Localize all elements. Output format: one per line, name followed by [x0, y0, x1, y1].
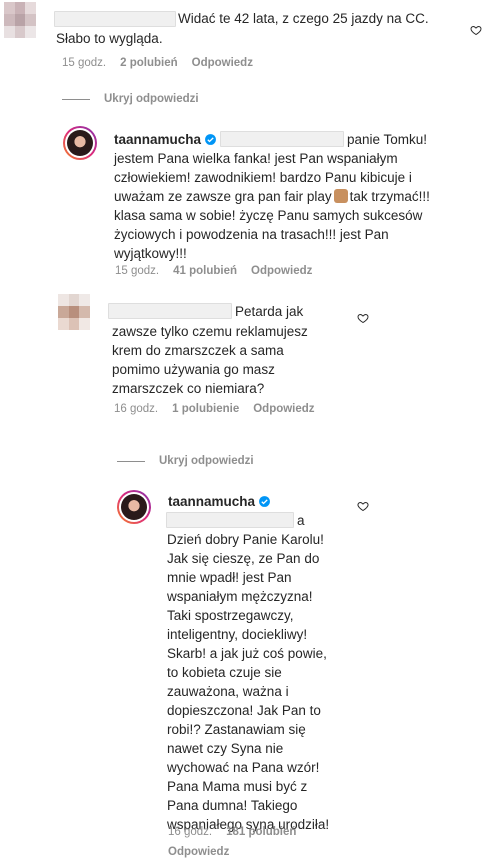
comment-text: jestem Pana wielka fanka! jest Pan wspan…	[114, 151, 398, 166]
comment-text: Widać te 42 lata, z czego 25 jazdy na CC…	[178, 11, 429, 26]
hide-replies-label: Ukryj odpowiedzi	[104, 93, 199, 105]
comment-text: wyjątkowy!!!	[114, 246, 187, 261]
comment-text: taannamucha	[168, 492, 271, 511]
heart-icon[interactable]	[470, 24, 482, 36]
comment-text: pomimo używania go masz	[112, 362, 275, 377]
avatar[interactable]	[58, 294, 90, 330]
comment-text-line: Dzień dobry Panie Karolu!	[167, 532, 324, 547]
comment-text: uważam ze zawsze gra pan fair play tak tr…	[114, 187, 430, 206]
comment-text-line: wspaniałym mężczyzna!	[167, 589, 313, 604]
comment-meta: Odpowiedz	[168, 846, 229, 858]
likes-count[interactable]: 181 polubień	[226, 826, 296, 838]
verified-badge-icon	[258, 495, 271, 508]
comment-text-line: wychować na Pana wzór!	[167, 760, 320, 775]
comment-time: 15 godz.	[115, 265, 160, 277]
comment-text-line: robi!? Zastanawiam się	[167, 722, 306, 737]
comment-text-line: mnie wpadł! jest Pan	[167, 570, 292, 585]
comment-text-line: inteligentny, dociekliwy!	[167, 627, 308, 642]
likes-count[interactable]: 41 polubień	[173, 265, 237, 277]
likes-count[interactable]: 1 polubienie	[172, 403, 239, 415]
comment-text-line: Skarb! a jak już coś powie,	[167, 646, 327, 661]
heart-icon[interactable]	[357, 500, 369, 512]
comment-text-line: dopieszczona! Jak Pan to	[167, 703, 321, 718]
avatar[interactable]	[4, 2, 36, 38]
verified-badge-icon	[204, 133, 217, 146]
comment-meta: 15 godz. 2 polubień Odpowiedz	[62, 57, 253, 69]
comment-text: klasa sama w sobie! życzę Panu samych su…	[114, 208, 423, 223]
comment-text-line: Jak się cieszę, ze Pan do	[167, 551, 320, 566]
mention-blurred[interactable]	[220, 131, 344, 147]
likes-count[interactable]: 2 polubień	[120, 57, 178, 69]
comment-time: 16 godz.	[168, 826, 213, 838]
divider	[62, 98, 90, 100]
avatar[interactable]	[63, 126, 97, 160]
username[interactable]: taannamucha	[114, 132, 201, 147]
comment-text-part: uważam ze zawsze gra pan fair play	[114, 189, 332, 204]
divider	[117, 460, 145, 462]
hide-replies-label: Ukryj odpowiedzi	[159, 455, 254, 467]
comment-text: człowiekiem! zawodnikiem! bardzo Panu ki…	[114, 170, 412, 185]
comment-text-continued: Słabo to wygląda.	[56, 31, 163, 46]
comment-text-line: Pana Mama musi być z	[167, 779, 308, 794]
comment-text: Petarda jak	[235, 304, 304, 319]
comment-text: a	[297, 513, 305, 528]
comment-time: 16 godz.	[114, 403, 159, 415]
comment-text: taannamucha	[114, 130, 217, 149]
hide-replies-button[interactable]: Ukryj odpowiedzi	[62, 93, 199, 105]
flexed-biceps-emoji-icon	[333, 189, 348, 203]
comment-text-part: tak trzymać!!!	[349, 189, 430, 204]
comment-time: 15 godz.	[62, 57, 107, 69]
heart-icon[interactable]	[357, 312, 369, 324]
username[interactable]: taannamucha	[168, 494, 255, 509]
comment-text-line: Taki spostrzegawczy,	[167, 608, 294, 623]
comment-text-line: nawet czy Syna nie	[167, 741, 284, 756]
mention-blurred[interactable]	[166, 512, 294, 528]
comment-meta: 16 godz. 1 polubienie Odpowiedz	[114, 403, 315, 415]
reply-button[interactable]: Odpowiedz	[192, 57, 253, 69]
comment-text-line: Pana dumna! Takiego	[167, 798, 298, 813]
comment-text: zawsze tylko czemu reklamujesz	[112, 324, 308, 339]
reply-button[interactable]: Odpowiedz	[253, 403, 314, 415]
username-blurred[interactable]	[108, 303, 232, 319]
comment-text: zmarszczek co niemiara?	[112, 381, 265, 396]
comment-text: panie Tomku!	[347, 132, 428, 147]
comment-text-line: to kobieta czuje sie	[167, 665, 282, 680]
reply-button[interactable]: Odpowiedz	[168, 846, 229, 858]
comment-text-line: zauważona, ważna i	[167, 684, 289, 699]
reply-button[interactable]: Odpowiedz	[251, 265, 312, 277]
comment-text: krem do zmarszczek a sama	[112, 343, 284, 358]
hide-replies-button[interactable]: Ukryj odpowiedzi	[117, 455, 254, 467]
username-blurred[interactable]	[54, 11, 176, 27]
comment-meta: 15 godz. 41 polubień Odpowiedz	[115, 265, 312, 277]
comment-meta: 16 godz. 181 polubień	[168, 826, 310, 838]
comment-text: życiowych i powodzenia na trasach!!! jes…	[114, 227, 389, 242]
avatar[interactable]	[117, 490, 151, 524]
